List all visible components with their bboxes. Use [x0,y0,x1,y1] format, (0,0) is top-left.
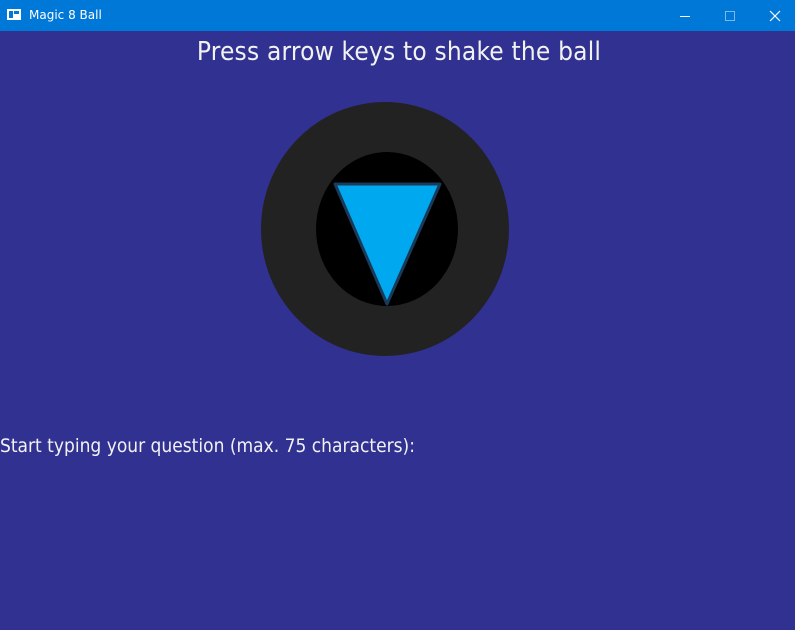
close-icon [769,10,781,21]
magic-8-ball[interactable] [260,101,510,357]
app-icon [7,9,21,20]
minimize-icon [680,15,690,17]
close-button[interactable] [752,0,795,31]
window-title: Magic 8 Ball [29,8,102,22]
maximize-button [707,0,753,31]
question-prompt: Start typing your question (max. 75 char… [0,435,415,457]
app-window: Magic 8 Ball Press arrow keys to shake t… [0,0,795,630]
title-bar[interactable]: Magic 8 Ball [0,0,795,31]
instruction-heading: Press arrow keys to shake the ball [196,37,602,67]
minimize-button[interactable] [662,0,708,31]
maximize-icon [725,10,735,21]
